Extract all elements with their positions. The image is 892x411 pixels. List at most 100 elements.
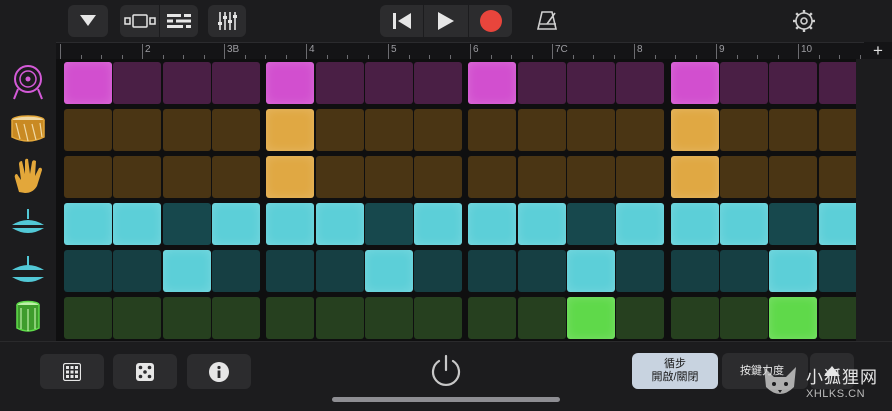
pad-active[interactable] [266, 109, 315, 151]
pad-inactive[interactable] [769, 109, 818, 151]
pad-active[interactable] [162, 250, 211, 292]
pad-active[interactable] [670, 109, 719, 151]
mixer-button[interactable] [160, 5, 198, 37]
view-toggle[interactable] [120, 5, 198, 37]
pad-inactive[interactable] [414, 62, 463, 104]
pad-inactive[interactable] [567, 109, 615, 151]
pad-inactive[interactable] [769, 156, 818, 198]
power-button[interactable] [428, 353, 464, 394]
instrument-hihat-closed[interactable] [6, 201, 50, 245]
pad-inactive[interactable] [315, 109, 364, 151]
play-button[interactable] [424, 5, 468, 37]
pad-inactive[interactable] [719, 297, 768, 339]
add-section-button[interactable]: + [864, 42, 892, 59]
step-mode-toggle[interactable]: 循步 開啟/關閉 [632, 353, 718, 389]
pad-active[interactable] [670, 203, 719, 245]
instrument-kick[interactable] [6, 60, 50, 104]
browser-button[interactable] [68, 5, 108, 37]
pad-active[interactable] [64, 62, 112, 104]
pad-inactive[interactable] [468, 297, 517, 339]
pad-inactive[interactable] [113, 156, 162, 198]
pad-active[interactable] [266, 203, 315, 245]
pad-inactive[interactable] [64, 156, 112, 198]
pad-inactive[interactable] [211, 109, 260, 151]
info-button[interactable] [187, 354, 251, 389]
pad-inactive[interactable] [719, 250, 768, 292]
home-indicator[interactable] [332, 397, 560, 402]
pad-inactive[interactable] [315, 62, 364, 104]
pad-inactive[interactable] [211, 62, 260, 104]
pad-inactive[interactable] [468, 250, 517, 292]
pad-inactive[interactable] [64, 297, 112, 339]
pad-inactive[interactable] [162, 62, 211, 104]
randomize-button[interactable] [113, 354, 177, 389]
pad-inactive[interactable] [315, 297, 364, 339]
instrument-snare[interactable] [6, 107, 50, 151]
pad-inactive[interactable] [517, 109, 566, 151]
instrument-clap[interactable] [6, 154, 50, 198]
pad-inactive[interactable] [64, 109, 112, 151]
pad-active[interactable] [468, 62, 517, 104]
pad-inactive[interactable] [769, 203, 818, 245]
pad-active[interactable] [769, 250, 818, 292]
pad-inactive[interactable] [162, 297, 211, 339]
pad-inactive[interactable] [517, 250, 566, 292]
pad-inactive[interactable] [162, 203, 211, 245]
pad-inactive[interactable] [414, 109, 463, 151]
pad-active[interactable] [670, 62, 719, 104]
pad-active[interactable] [517, 203, 566, 245]
pad-inactive[interactable] [162, 156, 211, 198]
pad-inactive[interactable] [414, 250, 463, 292]
pad-active[interactable] [769, 297, 818, 339]
settings-button[interactable] [792, 9, 816, 38]
pad-inactive[interactable] [414, 156, 463, 198]
pad-inactive[interactable] [211, 297, 260, 339]
pad-inactive[interactable] [719, 156, 768, 198]
rewind-button[interactable] [380, 5, 423, 37]
pad-inactive[interactable] [468, 109, 517, 151]
instrument-hihat-open[interactable] [6, 248, 50, 292]
tracks-view-button[interactable] [121, 5, 159, 37]
pad-inactive[interactable] [414, 297, 463, 339]
pad-inactive[interactable] [162, 109, 211, 151]
pad-inactive[interactable] [266, 250, 315, 292]
pad-inactive[interactable] [517, 62, 566, 104]
pad-inactive[interactable] [468, 156, 517, 198]
pad-active[interactable] [719, 203, 768, 245]
pad-inactive[interactable] [670, 297, 719, 339]
timeline-ruler[interactable]: 2 3B 4 5 6 7C 8 9 10 [56, 42, 864, 59]
pad-inactive[interactable] [364, 62, 413, 104]
pad-active[interactable] [468, 203, 517, 245]
pad-inactive[interactable] [364, 156, 413, 198]
pad-inactive[interactable] [719, 62, 768, 104]
pad-active[interactable] [211, 203, 260, 245]
pad-active[interactable] [414, 203, 463, 245]
pad-inactive[interactable] [364, 203, 413, 245]
pad-active[interactable] [64, 203, 112, 245]
pad-active[interactable] [364, 250, 413, 292]
pad-inactive[interactable] [517, 156, 566, 198]
pad-inactive[interactable] [113, 62, 162, 104]
pad-active[interactable] [567, 297, 615, 339]
pad-inactive[interactable] [616, 109, 665, 151]
pad-inactive[interactable] [211, 250, 260, 292]
pad-active[interactable] [113, 203, 162, 245]
pad-inactive[interactable] [517, 297, 566, 339]
pad-inactive[interactable] [567, 62, 615, 104]
pad-inactive[interactable] [567, 156, 615, 198]
pad-inactive[interactable] [616, 297, 665, 339]
pad-inactive[interactable] [64, 250, 112, 292]
pad-inactive[interactable] [266, 297, 315, 339]
pad-inactive[interactable] [364, 297, 413, 339]
pad-inactive[interactable] [769, 62, 818, 104]
pad-inactive[interactable] [315, 250, 364, 292]
smart-controls-button[interactable] [208, 5, 246, 37]
pad-inactive[interactable] [567, 203, 615, 245]
metronome-button[interactable] [536, 9, 558, 36]
pad-inactive[interactable] [113, 109, 162, 151]
pad-active[interactable] [266, 156, 315, 198]
instrument-tom[interactable] [6, 295, 50, 339]
pad-inactive[interactable] [315, 156, 364, 198]
pad-active[interactable] [315, 203, 364, 245]
pad-inactive[interactable] [616, 250, 665, 292]
